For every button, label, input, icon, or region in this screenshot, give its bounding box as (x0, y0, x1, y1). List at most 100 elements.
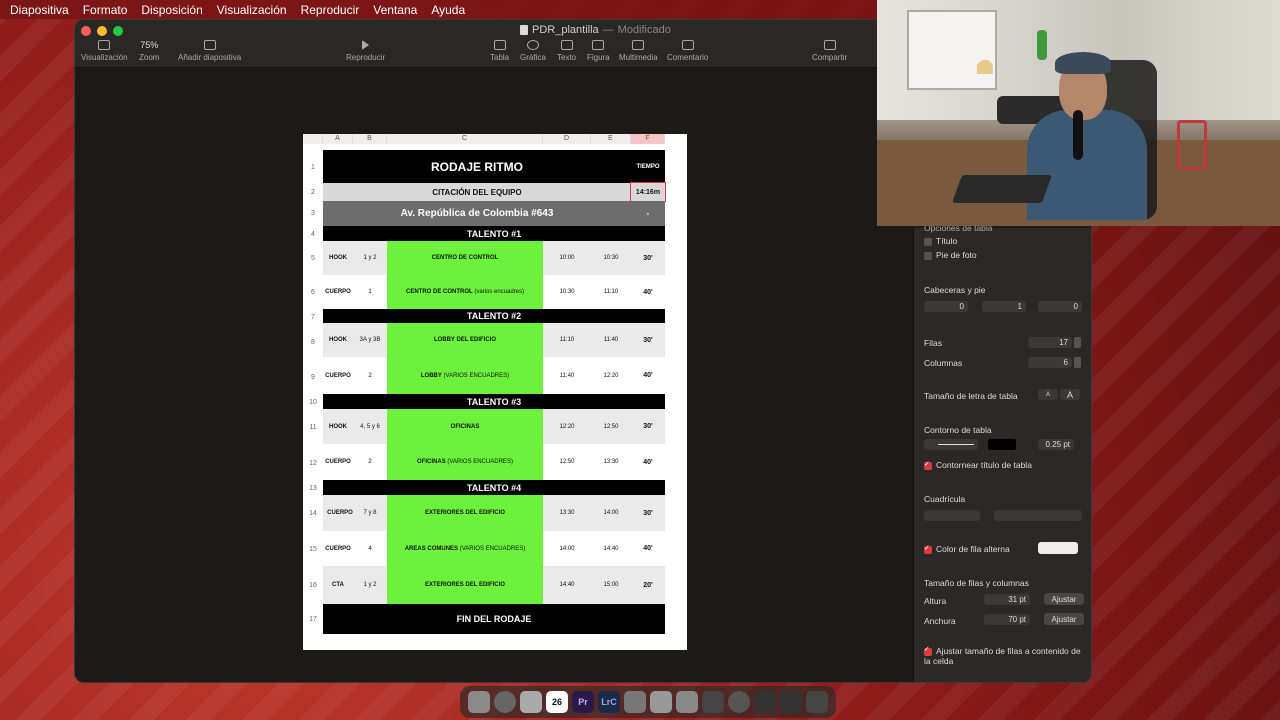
grid-horizontal-buttons[interactable] (924, 510, 980, 521)
talento-2-header[interactable]: TALENTO #2 (323, 309, 665, 323)
end-time-cell[interactable]: 11:40 (591, 323, 631, 357)
row-number[interactable]: 15 (303, 546, 323, 553)
row-number[interactable]: 17 (303, 616, 323, 623)
header-rows-select[interactable]: 0 (924, 301, 968, 312)
calendar-dock-icon[interactable]: 26 (546, 691, 568, 713)
type-cell[interactable]: HOOK (323, 241, 353, 275)
font-larger-button[interactable]: A (1060, 389, 1080, 400)
minimize-button[interactable] (97, 26, 107, 36)
row-number[interactable]: 10 (303, 399, 323, 406)
outline-title-checkbox[interactable] (924, 460, 932, 470)
col-header-a[interactable]: A (323, 134, 353, 144)
duration-cell[interactable]: 30' (631, 323, 665, 357)
keynote-dock-icon[interactable] (650, 691, 672, 713)
row-number[interactable]: 8 (303, 339, 323, 346)
text-button[interactable]: Texto (557, 40, 576, 62)
grid-vertical-buttons[interactable] (994, 510, 1082, 521)
caption-option[interactable]: Pie de foto (924, 250, 977, 260)
table-button[interactable]: Tabla (490, 40, 509, 62)
app-dock-icon[interactable] (624, 691, 646, 713)
title-option[interactable]: Título (924, 236, 957, 246)
view-button[interactable]: Visualización (81, 40, 128, 62)
header-cols-select[interactable]: 1 (982, 301, 1026, 312)
col-header-c[interactable]: C (387, 134, 543, 144)
start-time-cell[interactable]: 11:40 (543, 357, 591, 394)
media-button[interactable]: Multimedia (619, 40, 658, 62)
table-slide[interactable]: A B C D E F 1 2 3 4 5 6 7 8 9 10 11 12 1… (303, 134, 687, 650)
type-cell[interactable]: HOOK (323, 409, 353, 444)
start-time-cell[interactable]: 10:30 (543, 275, 591, 309)
row-number[interactable]: 6 (303, 289, 323, 296)
window-dock-icon[interactable] (754, 691, 776, 713)
scene-cell[interactable]: 3A y 3B (353, 323, 387, 357)
start-time-cell[interactable]: 12:20 (543, 409, 591, 444)
obs-dock-icon[interactable] (728, 691, 750, 713)
scene-cell[interactable]: 4 (353, 531, 387, 566)
row-number[interactable]: 9 (303, 374, 323, 381)
chart-button[interactable]: Gráfica (520, 40, 546, 62)
footer-cell[interactable]: FIN DEL RODAJE (323, 604, 665, 634)
location-cell[interactable]: CENTRO DE CONTROL (387, 241, 543, 275)
add-slide-button[interactable]: Añadir diapositiva (178, 40, 241, 62)
duration-cell[interactable]: 30' (631, 495, 665, 531)
col-header-e[interactable]: E (591, 134, 631, 144)
outline-style-select[interactable] (924, 439, 978, 450)
end-time-cell[interactable]: 12:20 (591, 357, 631, 394)
scene-cell[interactable]: 1 y 2 (353, 241, 387, 275)
location-cell[interactable]: LOBBY DEL EDIFICIO (387, 323, 543, 357)
talento-4-header[interactable]: TALENTO #4 (323, 480, 665, 495)
address-time-cell[interactable]: - (631, 201, 665, 226)
scene-cell[interactable]: 1 y 2 (353, 566, 387, 604)
type-cell[interactable]: HOOK (323, 323, 353, 357)
tiempo-header-cell[interactable]: TIEMPO (631, 150, 665, 183)
menu-formato[interactable]: Formato (83, 3, 128, 17)
start-time-cell[interactable]: 14:00 (543, 531, 591, 566)
start-time-cell[interactable]: 13:30 (543, 495, 591, 531)
row-number[interactable]: 16 (303, 582, 323, 589)
menu-reproducir[interactable]: Reproducir (301, 3, 360, 17)
fit-height-button[interactable]: Ajustar (1044, 593, 1084, 605)
outline-title-option[interactable]: Contornear título de tabla (924, 460, 1032, 470)
row-number[interactable]: 2 (303, 189, 323, 196)
comment-button[interactable]: Comentario (667, 40, 708, 62)
alt-row-color-well[interactable] (1038, 542, 1078, 554)
start-time-cell[interactable]: 14:40 (543, 566, 591, 604)
alt-row-checkbox[interactable] (924, 544, 932, 554)
zoom-button[interactable]: 75% Zoom (139, 40, 159, 62)
type-cell[interactable]: CUERPO (323, 357, 353, 394)
scene-cell[interactable]: 7 y 8 (353, 495, 387, 531)
talento-3-header[interactable]: TALENTO #3 (323, 394, 665, 409)
fit-width-button[interactable]: Ajustar (1044, 613, 1084, 625)
type-cell[interactable]: CUERPO (323, 531, 353, 566)
menu-visualizacion[interactable]: Visualización (217, 3, 287, 17)
col-header-d[interactable]: D (543, 134, 591, 144)
safari-dock-icon[interactable] (494, 691, 516, 713)
type-cell[interactable]: CTA (323, 566, 353, 604)
scene-cell[interactable]: 1 (353, 275, 387, 309)
share-button[interactable]: Compartir (812, 40, 847, 62)
location-cell[interactable]: EXTERIORES DEL EDIFICIO (387, 566, 543, 604)
end-time-cell[interactable]: 13:30 (591, 444, 631, 480)
row-number[interactable]: 14 (303, 510, 323, 517)
auto-fit-checkbox[interactable] (924, 646, 932, 656)
col-header-b[interactable]: B (353, 134, 387, 144)
title-checkbox[interactable] (924, 237, 932, 246)
height-field[interactable]: 31 pt (984, 594, 1030, 605)
end-time-cell[interactable]: 14:00 (591, 495, 631, 531)
row-number[interactable]: 7 (303, 314, 323, 321)
end-time-cell[interactable]: 15:00 (591, 566, 631, 604)
trash-dock-icon[interactable] (806, 691, 828, 713)
lightroom-dock-icon[interactable]: LrC (598, 691, 620, 713)
window-dock-icon[interactable] (780, 691, 802, 713)
outline-width-field[interactable]: 0.25 pt (1038, 439, 1074, 450)
font-smaller-button[interactable]: A (1038, 389, 1058, 400)
location-cell[interactable]: CENTRO DE CONTROL (varios encuadres) (387, 275, 543, 309)
caption-checkbox[interactable] (924, 251, 932, 260)
discord-dock-icon[interactable] (676, 691, 698, 713)
duration-cell[interactable]: 30' (631, 409, 665, 444)
scene-cell[interactable]: 4, 5 y 6 (353, 409, 387, 444)
location-cell[interactable]: EXTERIORES DEL EDIFICIO (387, 495, 543, 531)
notes-dock-icon[interactable] (520, 691, 542, 713)
duration-cell[interactable]: 40' (631, 357, 665, 394)
finder-dock-icon[interactable] (468, 691, 490, 713)
